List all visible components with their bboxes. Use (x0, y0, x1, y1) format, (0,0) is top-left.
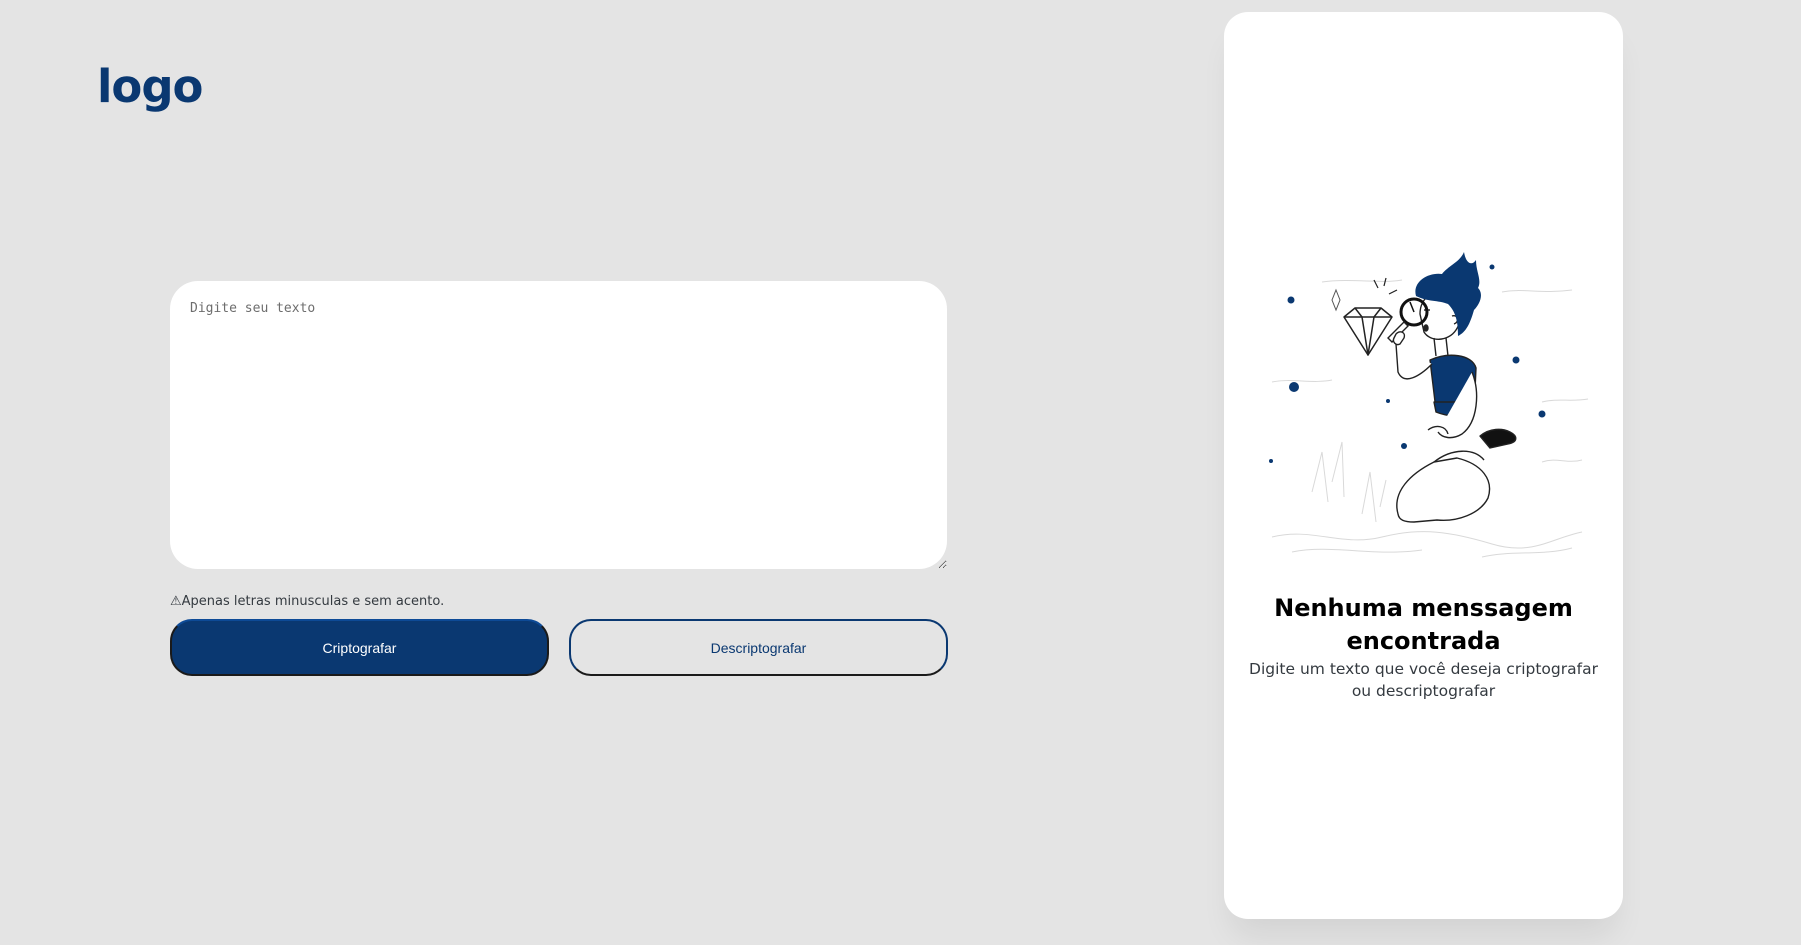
empty-state-subtitle: Digite um texto que você deseja criptogr… (1249, 660, 1598, 700)
logo: logo (97, 60, 203, 113)
decrypt-button[interactable]: Descriptografar (569, 619, 948, 676)
empty-state-title: Nenhuma menssagem encontrada (1274, 594, 1573, 655)
message-input[interactable] (170, 281, 947, 569)
empty-state-illustration (1269, 252, 1589, 558)
output-panel: Nenhuma menssagem encontrada Digite um t… (1224, 12, 1623, 919)
input-warning: ⚠Apenas letras minusculas e sem acento. (170, 594, 445, 609)
encrypt-button[interactable]: Criptografar (170, 619, 549, 676)
